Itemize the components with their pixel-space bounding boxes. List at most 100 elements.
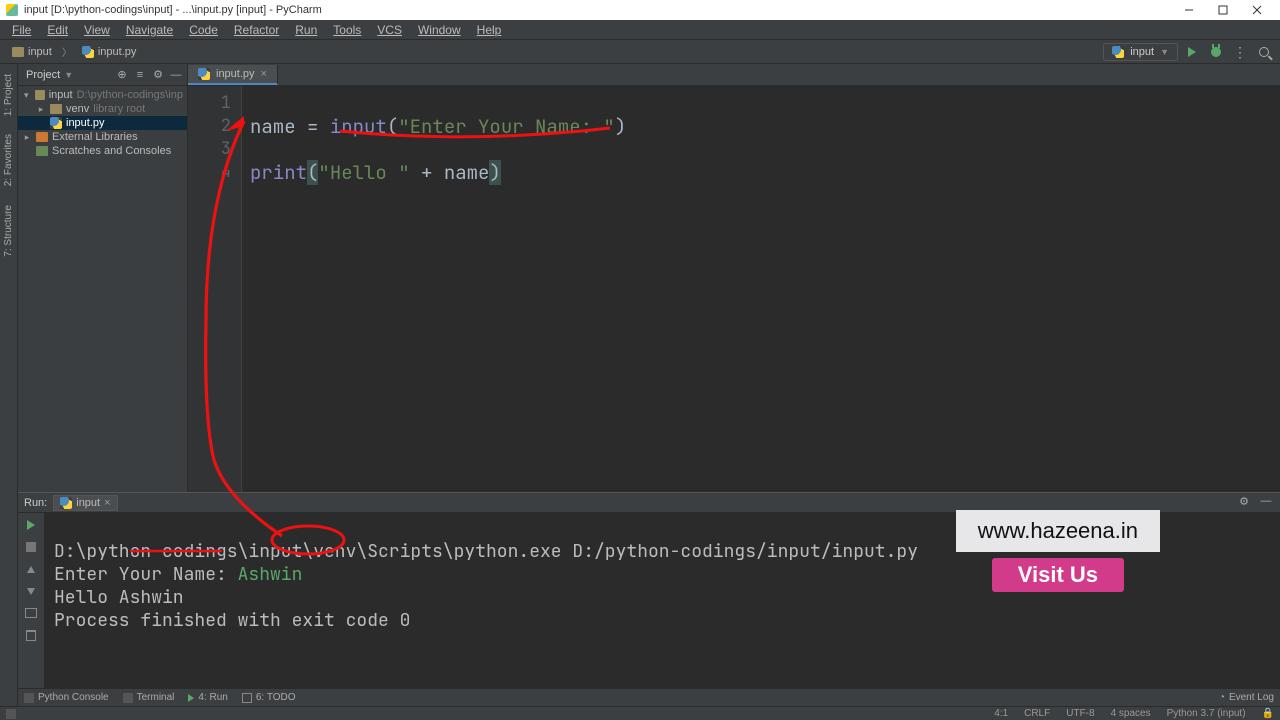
search-button[interactable] <box>1254 42 1274 62</box>
stop-button[interactable] <box>23 539 39 555</box>
editor-tab-input-py[interactable]: input.py × <box>188 65 278 85</box>
tree-root[interactable]: ▾ input D:\python-codings\inp <box>18 88 187 102</box>
settings-button[interactable]: ⚙ <box>151 68 165 82</box>
bug-icon <box>1211 47 1221 57</box>
close-tab-button[interactable]: × <box>261 68 267 80</box>
breadcrumb-file[interactable]: input.py <box>76 46 143 58</box>
project-tool-window: Project ▼ ⊕ ≡ ⚙ — ▾ input D:\python-codi… <box>18 64 188 492</box>
menu-tools[interactable]: Tools <box>325 20 369 40</box>
navigation-bar: input 〉 input.py input ▼ ⋮ <box>0 40 1280 64</box>
menu-view[interactable]: View <box>76 20 118 40</box>
tab-python-console[interactable]: Python Console <box>24 692 109 703</box>
tab-run[interactable]: 4: Run <box>188 692 227 703</box>
run-tab-input[interactable]: input × <box>53 495 117 511</box>
code-line-4: print("Hello " + name) <box>250 161 626 184</box>
more-run-button[interactable]: ⋮ <box>1230 42 1250 62</box>
close-icon[interactable]: × <box>104 497 110 509</box>
run-button[interactable] <box>1182 42 1202 62</box>
project-pane-title: Project <box>26 69 60 81</box>
tab-todo[interactable]: 6: TODO <box>242 692 296 703</box>
folder-icon <box>35 90 45 100</box>
menu-help[interactable]: Help <box>469 20 510 40</box>
chevron-right-icon[interactable]: ▸ <box>36 104 46 115</box>
tree-venv[interactable]: ▸ venv library root <box>18 102 187 116</box>
collapse-button[interactable]: ≡ <box>133 68 147 82</box>
status-line-sep[interactable]: CRLF <box>1024 708 1050 719</box>
run-hide-button[interactable]: — <box>1258 495 1274 511</box>
status-encoding[interactable]: UTF-8 <box>1066 708 1094 719</box>
chevron-right-icon[interactable]: ▸ <box>22 132 32 143</box>
menu-navigate[interactable]: Navigate <box>118 20 181 40</box>
tab-terminal[interactable]: Terminal <box>123 692 175 703</box>
clear-button[interactable] <box>23 627 39 643</box>
tree-scratches[interactable]: Scratches and Consoles <box>18 144 187 158</box>
status-cursor-pos[interactable]: 4:1 <box>994 708 1008 719</box>
chevron-down-icon[interactable]: ▼ <box>64 70 73 80</box>
status-indent[interactable]: 4 spaces <box>1111 708 1151 719</box>
library-icon <box>36 132 48 142</box>
menu-vcs[interactable]: VCS <box>369 20 410 40</box>
python-file-icon <box>198 68 210 80</box>
tab-event-log[interactable]: ◔Event Log <box>1219 692 1274 703</box>
rail-project[interactable]: 1: Project <box>3 70 14 120</box>
line-gutter: 1 2 3 4 <box>188 86 242 492</box>
rerun-button[interactable] <box>23 517 39 533</box>
play-icon <box>188 694 194 702</box>
window-maximize-button[interactable] <box>1206 0 1240 20</box>
stop-icon <box>26 542 36 552</box>
code-line-3 <box>250 138 626 161</box>
status-indicator-icon[interactable] <box>6 709 16 719</box>
menubar: File Edit View Navigate Code Refactor Ru… <box>0 20 1280 40</box>
console-output[interactable]: D:\python-codings\input\venv\Scripts\pyt… <box>44 513 1280 688</box>
run-config-selector[interactable]: input ▼ <box>1103 43 1178 61</box>
code-line-2: name = input("Enter Your Name: ") <box>250 115 626 138</box>
editor-pane: input.py × 1 2 3 4 name = input("Enter Y… <box>188 64 1280 492</box>
chevron-down-icon[interactable]: ▾ <box>22 90 31 101</box>
scroll-down-button[interactable] <box>23 583 39 599</box>
code-area[interactable]: 1 2 3 4 name = input("Enter Your Name: "… <box>188 86 1280 492</box>
more-icon: ⋮ <box>1233 45 1247 59</box>
locate-button[interactable]: ⊕ <box>115 68 129 82</box>
console-cmd-line: D:\python-codings\input\venv\Scripts\pyt… <box>54 540 1270 563</box>
rail-favorites[interactable]: 2: Favorites <box>3 130 14 190</box>
editor-tabs: input.py × <box>188 64 1280 86</box>
console-prompt-line: Enter Your Name: Ashwin <box>54 563 1270 586</box>
hide-button[interactable]: — <box>169 68 183 82</box>
tree-external-libraries[interactable]: ▸ External Libraries <box>18 130 187 144</box>
run-tool-window: Run: input × ⚙ — D: <box>18 492 1280 688</box>
chevron-down-icon: ▼ <box>1160 47 1169 57</box>
python-file-icon <box>82 46 94 58</box>
debug-button[interactable] <box>1206 42 1226 62</box>
rail-structure[interactable]: 7: Structure <box>3 201 14 261</box>
run-action-rail <box>18 513 44 688</box>
python-file-icon <box>50 117 62 129</box>
soft-wrap-button[interactable] <box>23 605 39 621</box>
folder-icon <box>50 104 62 114</box>
todo-icon <box>242 693 252 703</box>
scratch-icon <box>36 146 48 156</box>
breadcrumb-project[interactable]: input <box>6 46 58 58</box>
menu-refactor[interactable]: Refactor <box>226 20 287 40</box>
python-file-icon <box>60 497 72 509</box>
menu-window[interactable]: Window <box>410 20 469 40</box>
console-user-input: Ashwin <box>238 563 303 586</box>
status-lock-icon[interactable]: 🔒 <box>1262 708 1274 719</box>
console-exit-line: Process finished with exit code 0 <box>54 609 1270 632</box>
status-interpreter[interactable]: Python 3.7 (input) <box>1167 708 1246 719</box>
menu-file[interactable]: File <box>4 20 39 40</box>
search-icon <box>1259 47 1269 57</box>
run-settings-button[interactable]: ⚙ <box>1236 495 1252 511</box>
arrow-up-icon <box>27 566 35 573</box>
window-minimize-button[interactable] <box>1172 0 1206 20</box>
menu-edit[interactable]: Edit <box>39 20 76 40</box>
scroll-up-button[interactable] <box>23 561 39 577</box>
arrow-down-icon <box>27 588 35 595</box>
menu-code[interactable]: Code <box>181 20 226 40</box>
menu-run[interactable]: Run <box>287 20 325 40</box>
code-content[interactable]: name = input("Enter Your Name: ") print(… <box>242 86 626 492</box>
tree-input-py[interactable]: input.py <box>18 116 187 130</box>
window-close-button[interactable] <box>1240 0 1274 20</box>
run-config-label: input <box>1130 46 1154 58</box>
python-file-icon <box>1112 46 1124 58</box>
bottom-tool-tabs: Python Console Terminal 4: Run 6: TODO ◔… <box>18 688 1280 706</box>
